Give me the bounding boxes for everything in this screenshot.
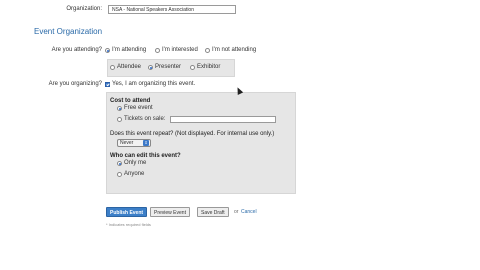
cancel-link[interactable]: Cancel — [241, 209, 257, 215]
repeat-select[interactable]: Never ⇕ — [117, 139, 151, 147]
interested-radio[interactable] — [155, 47, 160, 53]
repeat-title: Does this event repeat? (Not displayed. … — [110, 131, 275, 137]
attending-option-not-attending[interactable]: I'm not attending — [205, 47, 256, 53]
organizing-checkbox-label: Yes, I am organizing this event. — [112, 81, 196, 87]
attending-option-label: I'm attending — [112, 47, 147, 53]
cost-option-free[interactable]: Free event — [117, 105, 153, 111]
attending-label: Are you attending? — [51, 47, 102, 53]
section-title: Event Organization — [34, 27, 103, 36]
exhibitor-radio[interactable] — [190, 64, 195, 70]
cost-option-tickets[interactable]: Tickets on sale: — [117, 116, 165, 122]
repeat-select-value: Never — [120, 139, 134, 146]
select-arrows-icon: ⇕ — [143, 140, 149, 146]
not-attending-radio[interactable] — [205, 47, 210, 53]
interested-option-label: I'm interested — [162, 47, 198, 53]
organizing-checkbox[interactable] — [105, 81, 110, 87]
only-me-label: Only me — [124, 160, 147, 166]
role-option-presenter[interactable]: Presenter — [148, 64, 181, 70]
free-event-label: Free event — [124, 105, 153, 111]
or-text: or — [234, 209, 239, 215]
role-option-exhibitor[interactable]: Exhibitor — [190, 64, 220, 70]
role-option-attendee[interactable]: Attendee — [110, 64, 141, 70]
organization-label: Organization: — [66, 6, 102, 12]
edit-option-only-me[interactable]: Only me — [117, 160, 146, 166]
publish-event-button[interactable]: Publish Event — [106, 207, 148, 217]
attendee-label: Attendee — [117, 64, 142, 70]
presenter-label: Presenter — [155, 64, 182, 70]
tickets-input[interactable] — [170, 116, 276, 123]
organizing-label: Are you organizing? — [48, 81, 102, 87]
attendee-radio[interactable] — [110, 64, 115, 70]
attending-option-attending[interactable]: I'm attending — [105, 47, 146, 53]
edit-option-anyone[interactable]: Anyone — [117, 171, 144, 177]
organization-field[interactable]: NSA - National Speakers Association — [108, 5, 236, 14]
attending-option-interested[interactable]: I'm interested — [155, 47, 198, 53]
cost-title: Cost to attend — [110, 98, 151, 104]
presenter-radio[interactable] — [148, 64, 153, 70]
anyone-radio[interactable] — [117, 171, 122, 177]
organizing-checkbox-row[interactable]: Yes, I am organizing this event. — [105, 81, 195, 87]
attending-radio[interactable] — [105, 47, 110, 53]
tickets-label: Tickets on sale: — [124, 116, 166, 122]
exhibitor-label: Exhibitor — [197, 64, 221, 70]
required-fields-note: * Indicates required fields — [106, 222, 151, 227]
only-me-radio[interactable] — [117, 160, 122, 166]
not-attending-option-label: I'm not attending — [212, 47, 257, 53]
tickets-radio[interactable] — [117, 116, 122, 122]
free-event-radio[interactable] — [117, 105, 122, 111]
anyone-label: Anyone — [124, 171, 145, 177]
preview-event-button[interactable]: Preview Event — [150, 207, 190, 217]
save-draft-button[interactable]: Save Draft — [197, 207, 229, 217]
edit-title: Who can edit this event? — [110, 153, 181, 159]
